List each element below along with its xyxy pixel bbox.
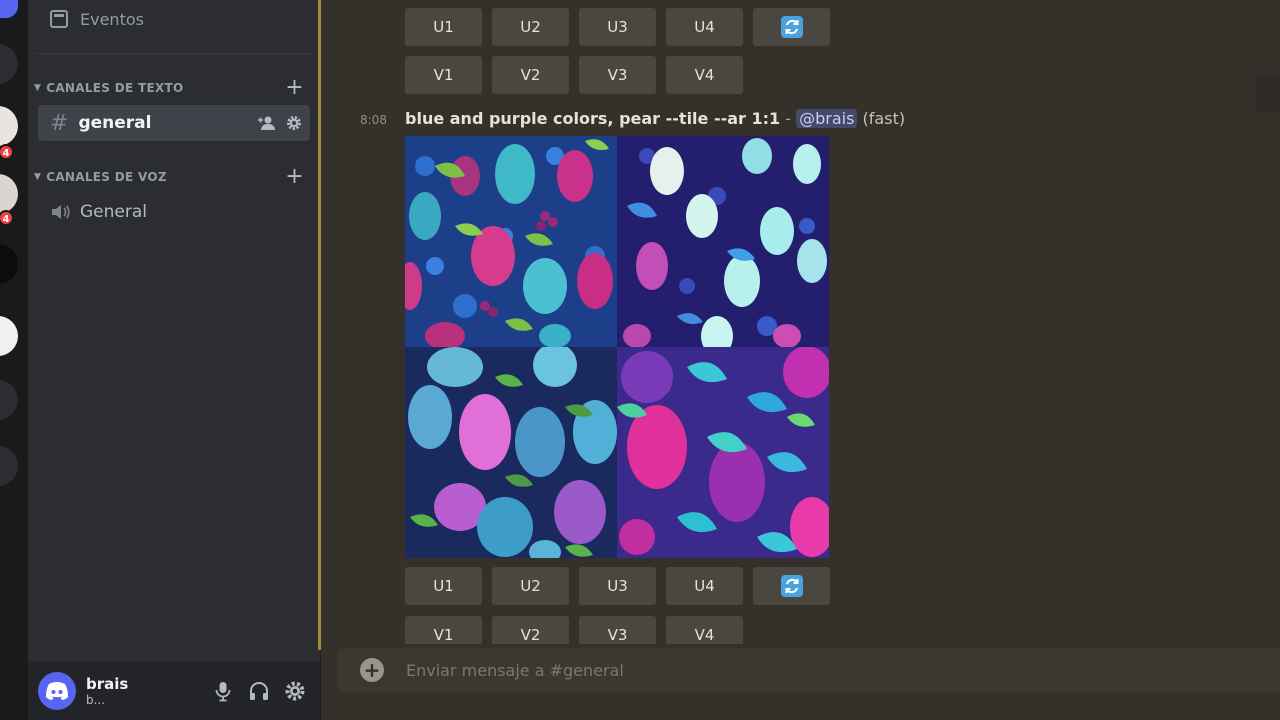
chat-area: U1 U2 U3 U4 V1 V2 V3 V4 8:08 blue and pu… xyxy=(321,0,1280,720)
upscale-button-2[interactable]: U2 xyxy=(492,567,569,605)
variation-button-1[interactable]: V1 xyxy=(405,616,482,644)
server-rail: 4 4 xyxy=(0,0,28,720)
variation-button-1[interactable]: V1 xyxy=(405,56,482,94)
avatar[interactable] xyxy=(38,672,76,710)
channel-general[interactable]: # general xyxy=(38,105,310,141)
user-panel: brais b... xyxy=(28,662,320,720)
upscale-button-row: U1 U2 U3 U4 xyxy=(405,8,830,46)
channel-name: General xyxy=(80,202,147,222)
events-item[interactable]: Eventos xyxy=(38,1,310,37)
reroll-button[interactable] xyxy=(753,567,830,605)
user-mention[interactable]: @brais xyxy=(796,109,858,128)
add-channel-icon[interactable]: + xyxy=(285,166,304,188)
calendar-icon xyxy=(50,10,68,28)
chevron-down-icon: ▼ xyxy=(34,83,42,93)
upscale-button-4[interactable]: U4 xyxy=(666,567,743,605)
separator-dash: - xyxy=(785,109,792,128)
upscale-button-2[interactable]: U2 xyxy=(492,8,569,46)
refresh-icon xyxy=(780,16,803,38)
discord-logo-icon xyxy=(46,682,68,700)
category-voice-channels[interactable]: ▼ CANALES DE VOZ + xyxy=(34,166,304,188)
message-content: blue and purple colors, pear --tile --ar… xyxy=(405,109,905,128)
upscale-button-3[interactable]: U3 xyxy=(579,567,656,605)
channel-sidebar: Eventos ▼ CANALES DE TEXTO + # general ▼… xyxy=(28,0,320,720)
generated-image-1[interactable] xyxy=(405,136,617,347)
mention-badge: 4 xyxy=(0,210,14,226)
headphones-icon[interactable] xyxy=(248,680,270,702)
generated-image-4[interactable] xyxy=(617,347,829,558)
add-channel-icon[interactable]: + xyxy=(285,77,304,99)
server-icon[interactable] xyxy=(0,106,18,146)
mention-badge: 4 xyxy=(0,144,14,160)
speaker-icon xyxy=(52,205,70,219)
server-icon[interactable] xyxy=(0,0,18,18)
variation-button-4[interactable]: V4 xyxy=(666,616,743,644)
variation-button-3[interactable]: V3 xyxy=(579,56,656,94)
category-label: CANALES DE VOZ xyxy=(46,170,167,184)
events-label: Eventos xyxy=(80,9,144,29)
username: brais xyxy=(86,675,129,693)
hash-icon: # xyxy=(50,110,69,136)
category-text-channels[interactable]: ▼ CANALES DE TEXTO + xyxy=(34,77,304,99)
variation-button-3[interactable]: V3 xyxy=(579,616,656,644)
server-icon[interactable] xyxy=(0,174,18,214)
message-timestamp: 8:08 xyxy=(360,113,387,127)
variation-button-row: V1 V2 V3 V4 xyxy=(405,56,743,94)
server-icon[interactable] xyxy=(0,446,18,486)
generation-mode: (fast) xyxy=(862,109,906,128)
server-icon[interactable] xyxy=(0,44,18,84)
emoji-icon[interactable] xyxy=(1256,76,1280,112)
generated-image-2[interactable] xyxy=(617,136,829,347)
server-icon[interactable] xyxy=(0,244,18,284)
variation-button-4[interactable]: V4 xyxy=(666,56,743,94)
gear-icon[interactable] xyxy=(284,680,306,702)
generated-image-3[interactable] xyxy=(405,347,617,558)
prompt-text: blue and purple colors, pear --tile --ar… xyxy=(405,109,781,128)
add-attachment-icon[interactable]: + xyxy=(360,658,384,682)
variation-button-row: V1 V2 V3 V4 xyxy=(405,616,743,644)
message-input[interactable]: Enviar mensaje a #general xyxy=(406,661,624,680)
chevron-down-icon: ▼ xyxy=(34,172,42,182)
server-icon[interactable] xyxy=(0,316,18,356)
gear-icon[interactable] xyxy=(286,115,302,131)
generated-image-grid[interactable] xyxy=(405,136,829,558)
server-icon[interactable] xyxy=(0,380,18,420)
upscale-button-4[interactable]: U4 xyxy=(666,8,743,46)
reroll-button[interactable] xyxy=(753,8,830,46)
variation-button-2[interactable]: V2 xyxy=(492,616,569,644)
variation-button-2[interactable]: V2 xyxy=(492,56,569,94)
sidebar-divider xyxy=(36,53,312,54)
channel-name: general xyxy=(78,113,152,133)
discord-app: 4 4 Eventos ▼ CANALES DE TEXTO + # gener… xyxy=(0,0,1280,720)
upscale-button-3[interactable]: U3 xyxy=(579,8,656,46)
refresh-icon xyxy=(780,575,803,597)
user-status: b... xyxy=(86,693,106,707)
upscale-button-1[interactable]: U1 xyxy=(405,8,482,46)
voice-channel-general[interactable]: General xyxy=(38,194,310,230)
microphone-icon[interactable] xyxy=(212,680,234,702)
category-label: CANALES DE TEXTO xyxy=(46,81,184,95)
message-composer[interactable]: + Enviar mensaje a #general xyxy=(337,648,1280,692)
upscale-button-1[interactable]: U1 xyxy=(405,567,482,605)
upscale-button-row: U1 U2 U3 U4 xyxy=(405,567,830,605)
invite-member-icon[interactable] xyxy=(258,115,276,131)
